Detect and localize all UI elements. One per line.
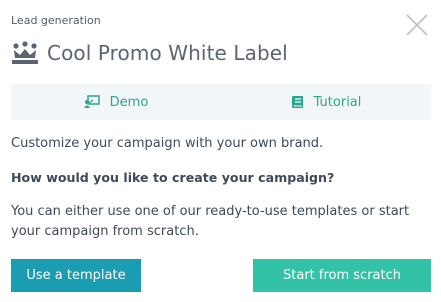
campaign-dialog: Lead generation Cool Promo White Label D… [0, 0, 441, 302]
book-icon [291, 96, 303, 108]
tab-tutorial-label: Tutorial [313, 94, 362, 110]
use-template-button[interactable]: Use a template [11, 259, 141, 292]
crown-icon [12, 41, 38, 64]
description-text: You can either use one of our ready-to-u… [11, 204, 410, 239]
close-icon[interactable] [404, 12, 430, 38]
question-text: How would you like to create your campai… [11, 170, 335, 185]
tab-demo-label: Demo [109, 94, 149, 110]
tab-bar: Demo Tutorial [11, 84, 431, 120]
demo-icon [83, 95, 100, 108]
dialog-title: Cool Promo White Label [47, 41, 288, 65]
title-row: Cool Promo White Label [11, 38, 288, 68]
category-label: Lead generation [11, 14, 101, 27]
tab-tutorial[interactable]: Tutorial [221, 84, 431, 120]
start-from-scratch-button[interactable]: Start from scratch [253, 259, 431, 292]
intro-text: Customize your campaign with your own br… [11, 136, 324, 151]
tab-demo[interactable]: Demo [11, 84, 221, 120]
